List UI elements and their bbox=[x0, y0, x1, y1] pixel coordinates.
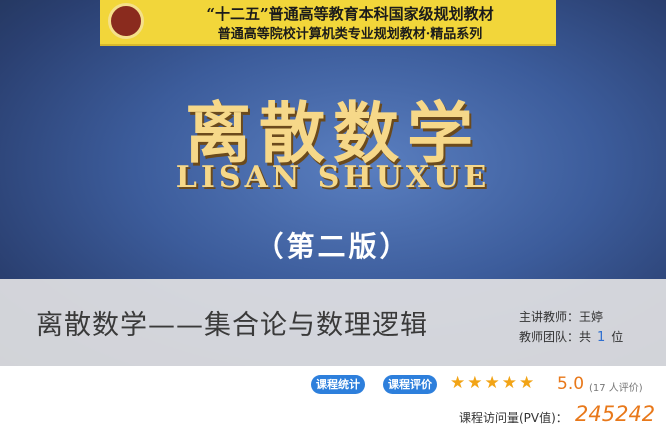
lead-teacher: 主讲教师：王婷 bbox=[519, 310, 604, 324]
page-views-value: 245242 bbox=[575, 402, 656, 426]
team-label-suffix: 位 bbox=[611, 330, 624, 344]
cover-banner: “十二五”普通高等教育本科国家级规划教材 普通高等院校计算机类专业规划教材·精品… bbox=[100, 0, 556, 46]
team-label-prefix: 教师团队：共 bbox=[519, 330, 592, 344]
rating-count: (17 人评价) bbox=[589, 383, 643, 394]
team-count[interactable]: 1 bbox=[597, 330, 605, 345]
course-stats-button[interactable]: 课程统计 bbox=[311, 375, 365, 394]
course-review-button[interactable]: 课程评价 bbox=[383, 375, 437, 394]
course-title: 离散数学——集合论与数理逻辑 bbox=[36, 310, 428, 341]
page-views-label: 课程访问量(PV值)： bbox=[459, 411, 568, 425]
cover-banner-line2: 普通高等院校计算机类专业规划教材·精品系列 bbox=[217, 27, 483, 42]
publisher-seal-icon bbox=[108, 3, 144, 39]
rating-value: 5.0 bbox=[557, 374, 585, 394]
cover-pinyin: LISAN SHUXUE bbox=[175, 160, 491, 195]
rating-stars-icon: ★★★★★ bbox=[450, 373, 537, 393]
cover-edition: （第二版） bbox=[255, 230, 411, 263]
teacher-team: 教师团队：共 1 位 bbox=[519, 328, 623, 345]
cover-banner-line1: “十二五”普通高等教育本科国家级规划教材 bbox=[206, 5, 494, 23]
